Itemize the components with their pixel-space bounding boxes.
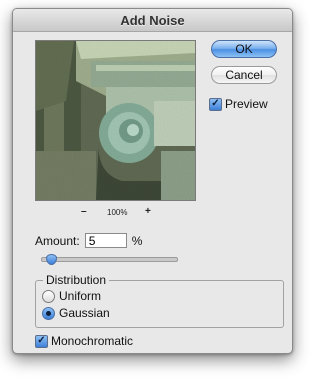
monochromatic-label: Monochromatic: [51, 334, 134, 348]
radio-uniform-label: Uniform: [59, 289, 102, 303]
zoom-level: 100%: [107, 208, 128, 217]
distribution-group: Distribution Uniform Gaussian: [35, 273, 284, 328]
cancel-button[interactable]: Cancel: [211, 66, 277, 84]
preview-toggle[interactable]: ✓ Preview: [209, 97, 268, 111]
column-capital-image: [36, 41, 195, 200]
monochromatic-checkbox[interactable]: ✓: [35, 334, 48, 348]
amount-input[interactable]: [84, 233, 127, 248]
amount-slider-thumb[interactable]: [46, 254, 58, 265]
add-noise-dialog: Add Noise – 100% + OK Cancel ✓ Preview A…: [12, 8, 293, 354]
radio-gaussian[interactable]: Gaussian: [42, 306, 110, 320]
preview-checkbox[interactable]: ✓: [209, 97, 222, 111]
amount-label: Amount:: [35, 233, 80, 248]
amount-row: Amount: %: [35, 233, 142, 248]
distribution-label: Distribution: [43, 273, 110, 287]
checkmark-icon: ✓: [37, 335, 46, 346]
monochromatic-toggle[interactable]: ✓ Monochromatic: [35, 334, 133, 348]
dialog-title: Add Noise: [120, 12, 185, 28]
radio-gaussian-label: Gaussian: [59, 306, 110, 320]
ok-button[interactable]: OK: [211, 40, 277, 58]
preview-label: Preview: [225, 97, 268, 111]
radio-gaussian-button[interactable]: [42, 306, 55, 320]
zoom-in-button[interactable]: +: [145, 206, 151, 217]
preview-image[interactable]: [35, 40, 196, 201]
amount-slider[interactable]: [41, 254, 178, 265]
zoom-out-button[interactable]: –: [81, 206, 87, 217]
titlebar[interactable]: Add Noise: [13, 9, 292, 32]
radio-uniform-button[interactable]: [42, 289, 55, 303]
amount-unit: %: [131, 233, 143, 248]
radio-uniform[interactable]: Uniform: [42, 289, 101, 303]
checkmark-icon: ✓: [211, 98, 220, 109]
zoom-controls: – 100% +: [35, 206, 196, 221]
